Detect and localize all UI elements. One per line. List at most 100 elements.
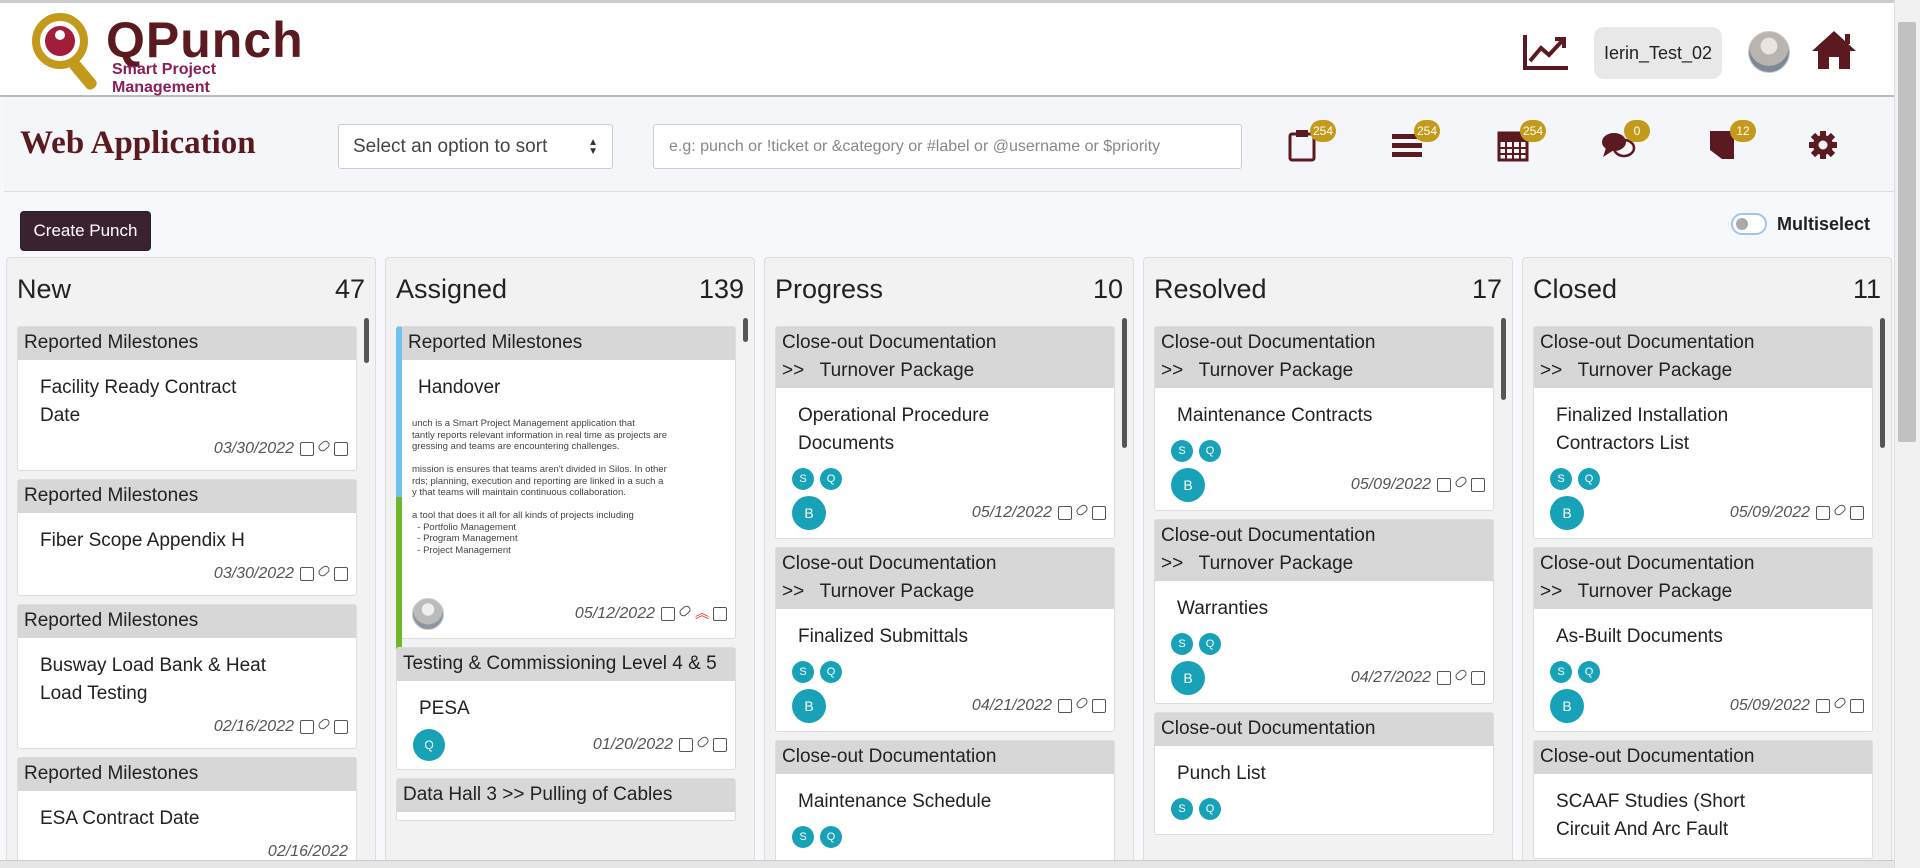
chip-s[interactable]: S — [1171, 440, 1193, 462]
chip-b[interactable]: B — [792, 689, 826, 723]
column-title: Resolved — [1154, 274, 1267, 304]
card-title: PESA — [419, 698, 470, 719]
chip-b[interactable]: B — [1550, 496, 1584, 530]
desc-line: rds; planning, execution and reporting a… — [412, 475, 664, 487]
bookmarks-count-badge: 12 — [1730, 120, 1756, 142]
list-view-button[interactable]: 254 — [1390, 120, 1440, 162]
card-category: Close-out Documentation — [776, 741, 1114, 774]
column-title: Assigned — [396, 274, 508, 304]
chip-q[interactable]: Q — [1199, 440, 1221, 462]
sort-select-value: Select an option to sort — [353, 136, 548, 157]
punch-card[interactable]: Close-out Documentation >> Turnover Packa… — [775, 326, 1115, 539]
card-category: Reported Milestones — [402, 327, 735, 360]
card-date: 04/27/2022 — [1350, 669, 1431, 686]
column-closed: Closed 11 Close-out Documentation >> Turn… — [1522, 257, 1892, 868]
punch-card[interactable]: Testing & Commissioning Level 4 & 5 PESA… — [396, 647, 736, 770]
punch-card[interactable]: Close-out Documentation SCAAF Studies (S… — [1533, 740, 1873, 859]
copy-icon[interactable] — [334, 720, 348, 734]
punch-card[interactable]: Close-out Documentation >> Turnover Packa… — [1154, 326, 1494, 511]
punch-card[interactable]: Reported Milestones Facility Ready Contr… — [17, 326, 357, 471]
settings-button[interactable] — [1806, 128, 1842, 162]
chip-q[interactable]: Q — [1199, 633, 1221, 655]
link-icon — [316, 564, 332, 578]
horizontal-scrollbar[interactable] — [0, 860, 1894, 868]
chip-q[interactable]: Q — [1199, 798, 1221, 820]
user-avatar[interactable] — [1748, 31, 1790, 73]
copy-icon[interactable] — [1850, 699, 1864, 713]
chip-s[interactable]: S — [1171, 798, 1193, 820]
comments-button[interactable]: 0 — [1600, 120, 1650, 162]
chip-s[interactable]: S — [1550, 661, 1572, 683]
chip-s[interactable]: S — [1171, 633, 1193, 655]
page-scroll-thumb[interactable] — [1898, 22, 1916, 442]
sort-select[interactable]: Select an option to sort ▲ ▼ — [338, 124, 613, 169]
punch-card[interactable]: Close-out Documentation >> Turnover Packa… — [1533, 326, 1873, 539]
card-category: Reported Milestones — [18, 327, 356, 360]
create-punch-button[interactable]: Create Punch — [20, 211, 151, 251]
punch-card[interactable]: Close-out Documentation >> Turnover Packa… — [775, 547, 1115, 732]
punch-card[interactable]: Reported Milestones Handover unch is a S… — [396, 326, 736, 677]
desc-line — [412, 499, 719, 511]
page-scrollbar[interactable] — [1894, 0, 1920, 868]
column-count: 139 — [698, 274, 744, 304]
copy-icon[interactable] — [334, 567, 348, 581]
chip-q[interactable]: Q — [820, 826, 842, 848]
copy-icon[interactable] — [1092, 506, 1106, 520]
subcategory-line: >> Turnover Package — [1540, 360, 1733, 381]
column-count: 47 — [334, 274, 365, 304]
chip-b[interactable]: B — [792, 496, 826, 530]
assignee-avatar[interactable] — [412, 598, 444, 630]
category-line: Close-out Documentation — [1161, 332, 1376, 353]
chip-b[interactable]: B — [1171, 661, 1205, 695]
calendar-view-button[interactable]: 254 — [1496, 120, 1546, 162]
copy-icon[interactable] — [1471, 671, 1485, 685]
punch-card[interactable]: Reported Milestones Busway Load Bank & H… — [17, 604, 357, 749]
chip-s[interactable]: S — [792, 468, 814, 490]
link-icon — [1832, 503, 1848, 517]
copy-icon[interactable] — [1471, 478, 1485, 492]
copy-icon[interactable] — [1850, 506, 1864, 520]
column-resolved: Resolved 17 Close-out Documentation >> Tu… — [1143, 257, 1513, 868]
chip-q[interactable]: Q — [1578, 468, 1600, 490]
analytics-chart-icon[interactable] — [1522, 33, 1570, 71]
category-line: Close-out Documentation — [782, 332, 997, 353]
punch-card[interactable]: Reported Milestones ESA Contract Date 02… — [17, 757, 357, 867]
chip-b[interactable]: B — [1550, 689, 1584, 723]
chip-q[interactable]: Q — [820, 661, 842, 683]
column-scrollbar[interactable] — [364, 318, 369, 363]
card-title: Finalized Installation Contractors List — [1556, 405, 1729, 454]
chip-s[interactable]: S — [792, 826, 814, 848]
column-scrollbar[interactable] — [1122, 318, 1127, 448]
copy-icon[interactable] — [1092, 699, 1106, 713]
card-category: Data Hall 3 >> Pulling of Cables — [397, 779, 735, 812]
chip-s[interactable]: S — [792, 661, 814, 683]
home-icon[interactable] — [1810, 29, 1858, 71]
copy-icon[interactable] — [713, 607, 727, 621]
column-scrollbar[interactable] — [743, 318, 748, 342]
chip-b[interactable]: B — [1171, 468, 1205, 502]
multiselect-toggle[interactable] — [1731, 213, 1767, 235]
user-menu[interactable]: Ierin_Test_02 — [1594, 27, 1722, 79]
punch-card[interactable]: Close-out Documentation Punch List SQ — [1154, 712, 1494, 835]
qpunch-logo[interactable]: QPunch Smart Project Management — [30, 11, 310, 97]
category-line: Close-out Documentation — [782, 553, 997, 574]
chip-q[interactable]: Q — [1578, 661, 1600, 683]
search-input[interactable]: e.g: punch or !ticket or &category or #l… — [653, 124, 1242, 169]
copy-icon[interactable] — [334, 442, 348, 456]
chip-s[interactable]: S — [1550, 468, 1572, 490]
copy-icon[interactable] — [713, 738, 727, 752]
card-title: SCAAF Studies (Short Circuit And Arc Fau… — [1556, 791, 1746, 840]
punch-card[interactable]: Close-out Documentation >> Turnover Packa… — [1533, 547, 1873, 732]
column-scrollbar[interactable] — [1880, 318, 1885, 448]
assignee-chip[interactable]: Q — [413, 729, 445, 761]
chip-q[interactable]: Q — [820, 468, 842, 490]
calendar-check-icon — [300, 442, 314, 456]
bookmarks-button[interactable]: 12 — [1706, 120, 1756, 162]
punch-card[interactable]: Close-out Documentation >> Turnover Packa… — [1154, 519, 1494, 704]
punch-card[interactable]: Data Hall 3 >> Pulling of Cables — [396, 778, 736, 821]
punch-list-view-button[interactable]: 254 — [1286, 120, 1336, 162]
column-scrollbar[interactable] — [1501, 318, 1506, 400]
punch-card[interactable]: Close-out Documentation Maintenance Sche… — [775, 740, 1115, 863]
punch-card[interactable]: Reported Milestones Fiber Scope Appendix… — [17, 479, 357, 596]
desc-line: - Program Management — [412, 533, 518, 544]
